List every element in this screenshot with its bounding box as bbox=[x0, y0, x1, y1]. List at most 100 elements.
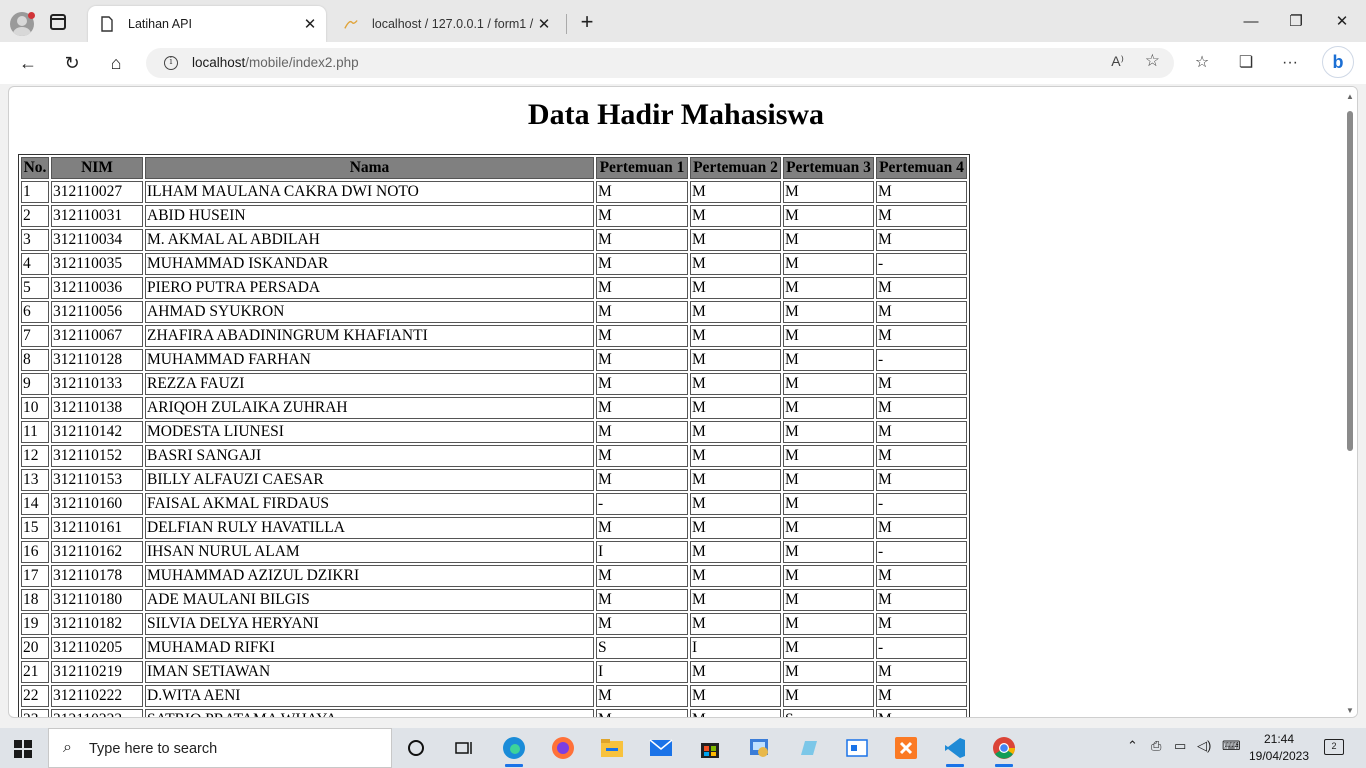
cell-nim: 312110162 bbox=[51, 541, 143, 563]
chrome-app-icon[interactable] bbox=[989, 734, 1019, 767]
control-panel-icon[interactable] bbox=[744, 734, 774, 762]
new-tab-icon[interactable]: + bbox=[576, 11, 598, 34]
cell-pertemuan-3: M bbox=[783, 301, 874, 323]
bing-chat-icon[interactable]: b bbox=[1322, 46, 1354, 78]
url-text[interactable]: localhost/mobile/index2.php bbox=[192, 55, 359, 70]
tab-latihan-api[interactable]: Latihan API ✕ bbox=[88, 6, 326, 42]
cell-no: 23 bbox=[21, 709, 49, 717]
favorites-icon[interactable]: ☆ bbox=[1191, 52, 1213, 74]
meet-now-icon[interactable]: ⎙ bbox=[1151, 738, 1161, 754]
cell-pertemuan-1: M bbox=[596, 397, 688, 419]
cell-nim: 312110142 bbox=[51, 421, 143, 443]
cell-pertemuan-4: M bbox=[876, 325, 967, 347]
cell-pertemuan-4: - bbox=[876, 637, 967, 659]
cell-nim: 312110223 bbox=[51, 709, 143, 717]
file-explorer-icon[interactable] bbox=[597, 734, 627, 762]
close-tab-icon[interactable]: ✕ bbox=[534, 14, 554, 34]
firefox-app-icon[interactable] bbox=[548, 734, 578, 762]
collections-icon[interactable]: ❏ bbox=[1235, 52, 1257, 74]
xampp-app-icon[interactable] bbox=[891, 734, 921, 762]
task-view-icon[interactable] bbox=[449, 734, 479, 762]
cell-no: 1 bbox=[21, 181, 49, 203]
column-header-pertemuan-3: Pertemuan 3 bbox=[783, 157, 874, 179]
cell-pertemuan-3: M bbox=[783, 613, 874, 635]
more-options-icon[interactable]: ··· bbox=[1279, 52, 1301, 74]
cell-pertemuan-4: M bbox=[876, 181, 967, 203]
tab-actions-icon[interactable] bbox=[50, 14, 66, 30]
scrollbar-thumb[interactable] bbox=[1347, 111, 1353, 451]
cell-nama: PIERO PUTRA PERSADA bbox=[145, 277, 594, 299]
network-icon[interactable]: ▭ bbox=[1174, 738, 1186, 754]
volume-icon[interactable]: ◁) bbox=[1197, 738, 1211, 754]
address-bar[interactable]: i localhost/mobile/index2.php A⁾ ☆ bbox=[146, 48, 1174, 78]
cell-nama: SATRIO PRATAMA WIJAYA bbox=[145, 709, 594, 717]
search-placeholder: Type here to search bbox=[89, 741, 218, 757]
table-row: 12 312110152 BASRI SANGAJI M M M M bbox=[21, 445, 967, 467]
page-scrollbar[interactable]: ▲ ▼ bbox=[1343, 87, 1357, 717]
cell-pertemuan-4: M bbox=[876, 517, 967, 539]
taskbar-search-box[interactable]: ⌕ Type here to search bbox=[48, 728, 392, 768]
cortana-icon[interactable] bbox=[401, 734, 431, 762]
table-row: 8 312110128 MUHAMMAD FARHAN M M M - bbox=[21, 349, 967, 371]
site-info-icon[interactable]: i bbox=[164, 56, 178, 70]
table-row: 17 312110178 MUHAMMAD AZIZUL DZIKRI M M M M bbox=[21, 565, 967, 587]
show-hidden-icons-icon[interactable]: ⌃ bbox=[1127, 738, 1138, 754]
remote-desktop-icon[interactable] bbox=[793, 734, 823, 762]
language-icon[interactable]: ⌨ bbox=[1222, 738, 1241, 754]
cell-pertemuan-3: M bbox=[783, 277, 874, 299]
cell-pertemuan-1: M bbox=[596, 301, 688, 323]
windows-start-icon[interactable] bbox=[14, 740, 32, 758]
cell-nama: AHMAD SYUKRON bbox=[145, 301, 594, 323]
read-aloud-icon[interactable]: A⁾ bbox=[1111, 53, 1124, 70]
cell-pertemuan-1: M bbox=[596, 349, 688, 371]
tab-phpmyadmin[interactable]: localhost / 127.0.0.1 / form1 / fo ✕ bbox=[332, 6, 560, 42]
cell-pertemuan-2: M bbox=[690, 565, 781, 587]
vscode-app-icon[interactable] bbox=[940, 734, 970, 767]
mail-app-icon[interactable] bbox=[646, 734, 676, 762]
cell-pertemuan-3: M bbox=[783, 229, 874, 251]
scroll-up-icon[interactable]: ▲ bbox=[1346, 92, 1354, 101]
cell-nim: 312110222 bbox=[51, 685, 143, 707]
cell-no: 5 bbox=[21, 277, 49, 299]
store-app-icon[interactable] bbox=[695, 734, 725, 762]
window-app-icon[interactable] bbox=[842, 734, 872, 762]
table-row: 20 312110205 MUHAMAD RIFKI S I M - bbox=[21, 637, 967, 659]
cell-pertemuan-2: M bbox=[690, 541, 781, 563]
cell-pertemuan-2: M bbox=[690, 613, 781, 635]
cell-no: 6 bbox=[21, 301, 49, 323]
url-path: /mobile/index2.php bbox=[245, 55, 359, 70]
profile-alert-badge bbox=[28, 12, 35, 19]
edge-app-icon[interactable] bbox=[499, 734, 529, 767]
cell-pertemuan-1: - bbox=[596, 493, 688, 515]
tab-separator bbox=[566, 14, 567, 34]
restore-icon[interactable]: ❐ bbox=[1286, 12, 1306, 32]
cell-pertemuan-2: M bbox=[690, 685, 781, 707]
taskbar-clock[interactable]: 21:44 19/04/2023 bbox=[1244, 731, 1314, 765]
cell-no: 4 bbox=[21, 253, 49, 275]
cell-nim: 312110128 bbox=[51, 349, 143, 371]
scroll-down-icon[interactable]: ▼ bbox=[1346, 706, 1354, 715]
cell-pertemuan-4: M bbox=[876, 373, 967, 395]
cell-pertemuan-4: M bbox=[876, 589, 967, 611]
add-favorite-icon[interactable]: ☆ bbox=[1145, 51, 1160, 71]
table-row: 13 312110153 BILLY ALFAUZI CAESAR M M M M bbox=[21, 469, 967, 491]
page-title: Data Hadir Mahasiswa bbox=[527, 98, 825, 131]
notifications-icon[interactable]: 2 bbox=[1324, 739, 1344, 755]
table-row: 2 312110031 ABID HUSEIN M M M M bbox=[21, 205, 967, 227]
cell-no: 7 bbox=[21, 325, 49, 347]
back-icon[interactable]: ← bbox=[17, 52, 39, 74]
home-icon[interactable]: ⌂ bbox=[105, 52, 127, 74]
cell-nama: D.WITA AENI bbox=[145, 685, 594, 707]
table-row: 7 312110067 ZHAFIRA ABADININGRUM KHAFIANTI… bbox=[21, 325, 967, 347]
cell-pertemuan-4: M bbox=[876, 301, 967, 323]
cell-pertemuan-1: S bbox=[596, 637, 688, 659]
close-tab-icon[interactable]: ✕ bbox=[300, 14, 320, 34]
refresh-icon[interactable]: ↻ bbox=[61, 52, 83, 74]
tab-title: Latihan API bbox=[128, 17, 192, 31]
table-row: 14 312110160 FAISAL AKMAL FIRDAUS - M M - bbox=[21, 493, 967, 515]
cell-nim: 312110178 bbox=[51, 565, 143, 587]
close-window-icon[interactable]: ✕ bbox=[1332, 12, 1352, 32]
cell-pertemuan-2: M bbox=[690, 661, 781, 683]
minimize-icon[interactable]: — bbox=[1241, 12, 1261, 32]
cell-no: 15 bbox=[21, 517, 49, 539]
